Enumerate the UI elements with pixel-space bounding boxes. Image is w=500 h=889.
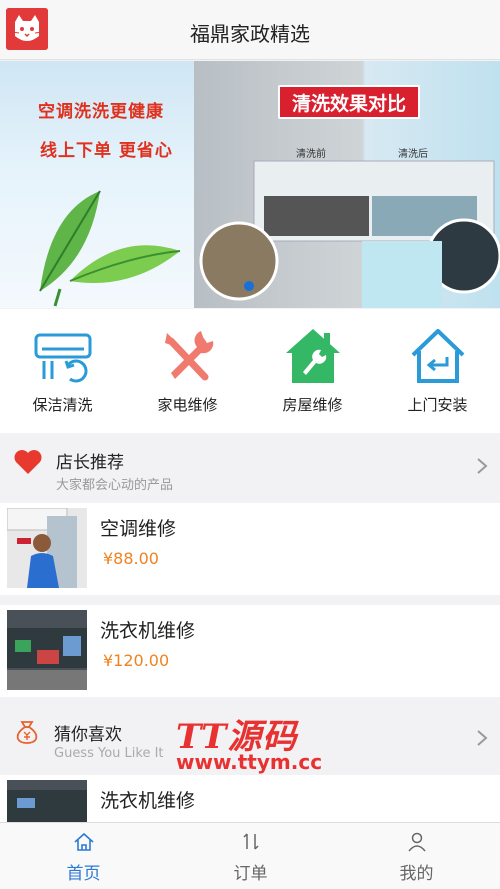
- heart-icon: [14, 450, 42, 474]
- leaves-image: [39, 190, 181, 307]
- category-label: 家电维修: [157, 396, 218, 414]
- product-name: 洗衣机维修: [100, 790, 196, 812]
- tab-label: 首页: [66, 864, 101, 884]
- user-icon: [408, 832, 426, 852]
- carousel-indicator[interactable]: [244, 281, 254, 291]
- product-thumbnail: [7, 508, 87, 588]
- guess-title: 猜你喜欢: [54, 725, 122, 745]
- product-price: ¥88.00: [103, 549, 159, 568]
- tab-home[interactable]: 首页: [0, 823, 167, 889]
- tab-label: 我的: [399, 864, 434, 884]
- recommend-title: 店长推荐: [56, 453, 124, 473]
- ac-clean-icon: [34, 333, 92, 383]
- product-item[interactable]: 洗衣机维修 ¥120.00: [0, 605, 500, 697]
- sort-arrows-icon: [243, 833, 259, 850]
- product-item[interactable]: 洗衣机维修: [0, 775, 500, 822]
- money-bag-icon: [16, 721, 38, 744]
- tab-orders[interactable]: 订单: [167, 823, 334, 889]
- chevron-right-icon: [477, 730, 488, 746]
- recommend-section-header[interactable]: 店长推荐 大家都会心动的产品: [0, 434, 500, 498]
- house-wrench-icon: [286, 329, 340, 383]
- category-grid: 保洁清洗 家电维修 房屋维修 上门安装: [0, 309, 500, 433]
- category-label: 保洁清洗: [32, 396, 93, 414]
- product-name: 洗衣机维修: [100, 620, 196, 642]
- product-item[interactable]: 空调维修 ¥88.00: [0, 503, 500, 595]
- after-label: 清洗后: [398, 149, 428, 160]
- tab-label: 订单: [233, 864, 268, 884]
- chevron-right-icon: [477, 458, 488, 474]
- before-label: 清洗前: [296, 149, 326, 160]
- category-cleaning[interactable]: 保洁清洗: [0, 309, 125, 433]
- recommend-subtitle: 大家都会心动的产品: [56, 478, 174, 493]
- tools-icon: [165, 331, 214, 381]
- category-installation[interactable]: 上门安装: [375, 309, 500, 433]
- category-house-repair[interactable]: 房屋维修: [250, 309, 375, 433]
- product-name: 空调维修: [100, 518, 177, 540]
- category-appliance-repair[interactable]: 家电维修: [125, 309, 250, 433]
- home-icon: [74, 832, 94, 851]
- banner-slogan-1: 空调洗洗更健康: [38, 102, 164, 122]
- category-label: 上门安装: [407, 396, 468, 414]
- app-header: 福鼎家政精选: [0, 0, 500, 60]
- watermark-url: www.ttym.cc: [176, 750, 323, 774]
- product-thumbnail: [7, 780, 87, 822]
- promo-banner[interactable]: 空调洗洗更健康 线上下单 更省心 清洗效果对比 清洗前 清洗后: [0, 61, 500, 308]
- product-price: ¥120.00: [103, 651, 170, 670]
- tab-mine[interactable]: 我的: [333, 823, 500, 889]
- bottom-tab-bar: 首页 订单 我的: [0, 822, 500, 889]
- category-label: 房屋维修: [282, 396, 343, 414]
- guess-subtitle: Guess You Like It: [54, 746, 164, 761]
- home-return-icon: [411, 329, 465, 383]
- product-thumbnail: [7, 610, 87, 690]
- app-screen: 福鼎家政精选 空调洗洗更健康 线上下单 更省心 清洗效果对比 清洗前 清洗后 保…: [0, 0, 500, 889]
- page-title: 福鼎家政精选: [190, 22, 310, 46]
- banner-slogan-2: 线上下单 更省心: [40, 141, 173, 161]
- banner-badge: 清洗效果对比: [278, 85, 421, 119]
